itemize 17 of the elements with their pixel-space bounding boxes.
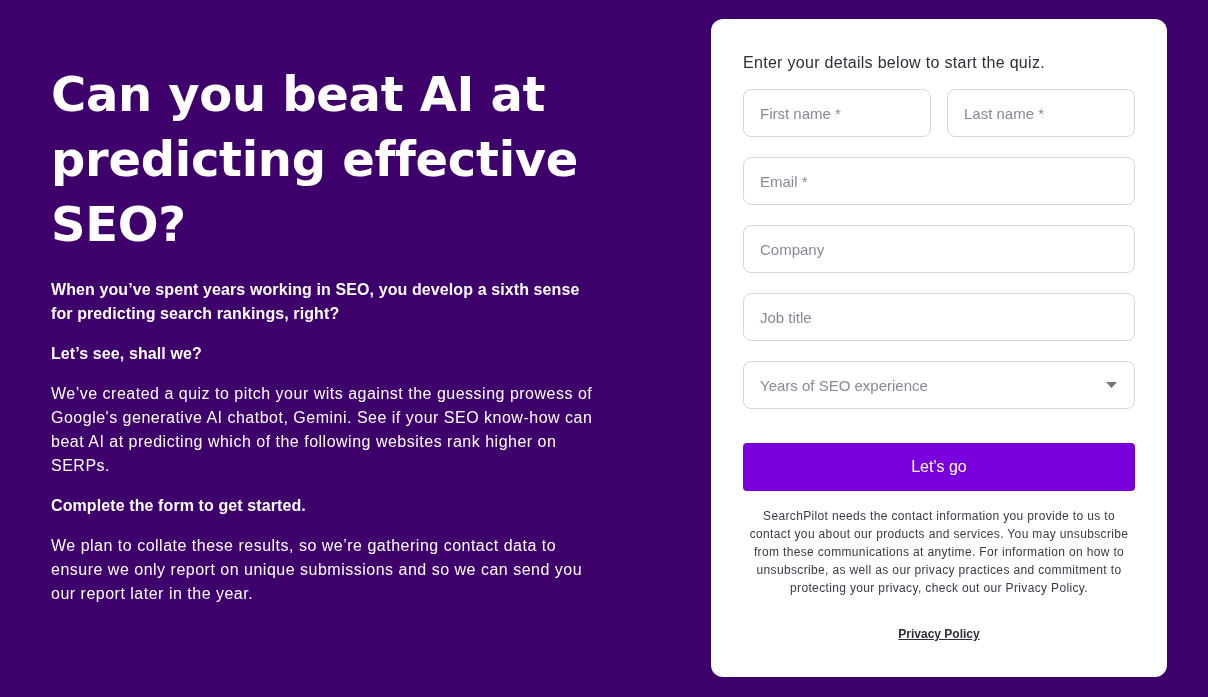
bold-paragraph: Let’s see, shall we? [51,344,203,364]
input-field[interactable]: Email * [743,157,1135,205]
form-intro: Enter your details below to start the quiz. [743,54,1046,72]
privacy-policy-link[interactable]: Privacy Policy [898,627,980,641]
disclaimer-text: SearchPilot needs the contact information you provide to us to contact you about our products and services. You may unsubscribe from these communications at anytime. For information on how to unsubscribe, as well as our privacy practices and commitment to protecting your privacy, check out our Privacy Policy. [748,508,1130,597]
bold-paragraph: Complete the form to get started. [51,496,307,516]
select-field[interactable]: Years of SEO experience [743,361,1135,409]
page-title: Can you beat AI at predicting effective SEO? [51,65,580,254]
paragraph: We plan to collate these results, so we’re gathering contact data to ensure we only report on unique submissions and so we can send you our report later in the year. [51,536,584,604]
bold-paragraph: When you’ve spent years working in SEO, you develop a sixth sense for predicting search rankings, right? [51,280,581,324]
input-field[interactable]: Job title [743,293,1135,341]
submit-button[interactable]: Let's go [743,443,1135,491]
input-field[interactable]: Last name * [947,89,1135,137]
input-field[interactable]: Company [743,225,1135,273]
input-field[interactable]: First name * [743,89,931,137]
paragraph: We’ve created a quiz to pitch your wits against the guessing prowess of Google's generative AI chatbot, Gemini. See if your SEO know-how can beat AI at predicting which of the following websites rank higher on SERPs. [51,384,594,476]
caret-icon [1106,382,1117,388]
